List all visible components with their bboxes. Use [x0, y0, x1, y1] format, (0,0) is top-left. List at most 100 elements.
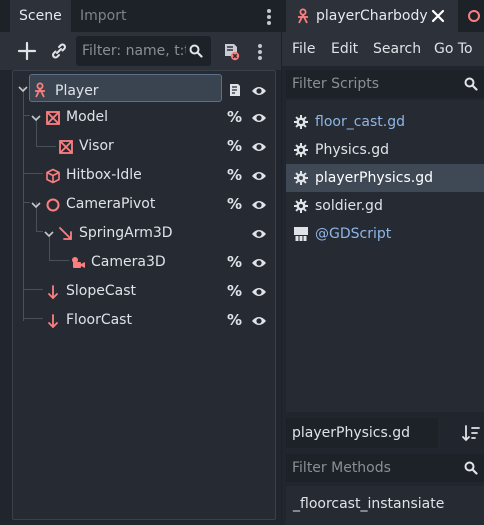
chevron-down-icon[interactable] — [30, 199, 42, 211]
chevron-down-icon[interactable] — [17, 83, 29, 95]
script-label: soldier.gd — [315, 198, 383, 214]
tree-label: Hitbox-Idle — [66, 167, 142, 183]
script-item-soldier[interactable]: soldier.gd — [286, 192, 484, 220]
percent-icon[interactable]: % — [227, 277, 242, 306]
tab-playercharbody[interactable]: playerCharbody — [286, 0, 458, 32]
raycast-icon — [45, 284, 61, 300]
tree-row-slopecast[interactable]: SlopeCast % — [13, 277, 275, 306]
script-label: floor_cast.gd — [315, 114, 405, 130]
tree-row-springarm3d[interactable]: SpringArm3D — [13, 219, 275, 248]
tree-label: SlopeCast — [66, 283, 136, 299]
percent-icon[interactable]: % — [227, 306, 242, 335]
percent-icon[interactable]: % — [227, 132, 242, 161]
tree-row-camerapivot[interactable]: CameraPivot % — [13, 190, 275, 219]
dock-menu-icon[interactable] — [267, 9, 271, 27]
sort-icon[interactable] — [462, 424, 480, 442]
spring-arm-icon — [58, 226, 74, 242]
node-circle-icon[interactable] — [467, 9, 481, 23]
script-tabs: playerCharbody — [282, 0, 484, 32]
eye-icon[interactable] — [251, 198, 267, 212]
scene-tree: Player Model % Visor % Hitbox-Idle % Cam… — [12, 70, 276, 520]
gear-icon — [293, 170, 309, 186]
menu-edit[interactable]: Edit — [331, 32, 358, 66]
eye-icon[interactable] — [251, 84, 267, 98]
scene-toolbar — [0, 32, 281, 70]
scene-dock-tabs: Scene Import — [0, 0, 281, 32]
raycast-icon — [45, 313, 61, 329]
percent-icon[interactable]: % — [227, 190, 242, 219]
chevron-down-icon[interactable] — [30, 112, 42, 124]
percent-icon[interactable]: % — [227, 248, 242, 277]
eye-icon[interactable] — [251, 256, 267, 270]
eye-icon[interactable] — [251, 111, 267, 125]
character-body-icon — [295, 8, 311, 24]
tree-label: FloorCast — [66, 312, 132, 328]
doc-icon — [293, 226, 309, 242]
tree-row-player[interactable]: Player — [13, 74, 275, 103]
link-icon[interactable] — [47, 39, 71, 63]
menu-goto[interactable]: Go To — [434, 32, 473, 66]
script-item-physics[interactable]: Physics.gd — [286, 136, 484, 164]
scene-filter-input[interactable] — [76, 36, 186, 66]
tree-row-hitbox-idle[interactable]: Hitbox-Idle % — [13, 161, 275, 190]
script-item-gdscript[interactable]: @GDScript — [286, 220, 484, 248]
plus-icon[interactable] — [15, 39, 39, 63]
script-label: Physics.gd — [315, 142, 389, 158]
tab-import[interactable]: Import — [71, 0, 135, 32]
node3d-icon — [45, 110, 61, 126]
script-label: playerPhysics.gd — [315, 170, 434, 186]
search-icon[interactable] — [464, 461, 478, 475]
node-circle-icon — [45, 197, 61, 213]
tree-label: Visor — [79, 138, 114, 154]
filter-scripts-field[interactable] — [286, 70, 484, 98]
scene-dock: Scene Import Filter: name, t:t Player Mo… — [0, 0, 281, 525]
script-menu-bar: File Edit Search Go To — [282, 32, 484, 66]
search-icon[interactable] — [189, 44, 203, 58]
filter-methods-field[interactable] — [286, 454, 484, 482]
tree-label: SpringArm3D — [79, 225, 173, 241]
close-icon[interactable] — [431, 9, 445, 23]
script-list: floor_cast.gd Physics.gd playerPhysics.g… — [286, 100, 484, 412]
node3d-icon — [58, 139, 74, 155]
filter-scripts-input[interactable] — [286, 70, 456, 98]
search-icon[interactable] — [464, 77, 478, 91]
kebab-menu-icon[interactable] — [258, 44, 262, 62]
collision-shape-icon — [45, 168, 61, 184]
percent-icon[interactable]: % — [227, 103, 242, 132]
methods-list: _floorcast_instansiate — [286, 486, 484, 525]
tree-row-camera3d[interactable]: Camera3D % — [13, 248, 275, 277]
gear-icon — [293, 114, 309, 130]
menu-file[interactable]: File — [292, 32, 315, 66]
current-script-field[interactable]: playerPhysics.gd — [286, 418, 438, 448]
eye-icon[interactable] — [251, 169, 267, 183]
tree-label: Camera3D — [91, 254, 166, 270]
filter-methods-input[interactable] — [286, 454, 456, 482]
tree-label: Player — [55, 83, 99, 99]
script-item-playerphysics[interactable]: playerPhysics.gd — [286, 164, 484, 192]
tree-row-model[interactable]: Model % — [13, 103, 275, 132]
tab-title: playerCharbody — [316, 8, 428, 24]
tab-scene[interactable]: Scene — [10, 0, 71, 32]
current-script-name: playerPhysics.gd — [292, 425, 411, 441]
script-remove-icon[interactable] — [219, 39, 243, 63]
eye-icon[interactable] — [251, 285, 267, 299]
chevron-down-icon[interactable] — [43, 228, 55, 240]
tree-row-floorcast[interactable]: FloorCast % — [13, 306, 275, 335]
tree-row-visor[interactable]: Visor % — [13, 132, 275, 161]
percent-icon[interactable]: % — [227, 161, 242, 190]
tree-label: CameraPivot — [66, 196, 156, 212]
eye-icon[interactable] — [251, 314, 267, 328]
scene-filter-field[interactable] — [76, 36, 211, 66]
script-icon[interactable] — [227, 82, 243, 98]
camera-icon — [70, 255, 86, 271]
script-item-floor-cast[interactable]: floor_cast.gd — [286, 108, 484, 136]
script-editor-dock: playerCharbody File Edit Search Go To fl… — [282, 0, 484, 525]
method-item[interactable]: _floorcast_instansiate — [293, 490, 444, 518]
script-label: @GDScript — [315, 226, 392, 242]
eye-icon[interactable] — [251, 227, 267, 241]
gear-icon — [293, 198, 309, 214]
menu-search[interactable]: Search — [373, 32, 421, 66]
character-body-icon — [32, 82, 48, 98]
gear-icon — [293, 142, 309, 158]
eye-icon[interactable] — [251, 140, 267, 154]
